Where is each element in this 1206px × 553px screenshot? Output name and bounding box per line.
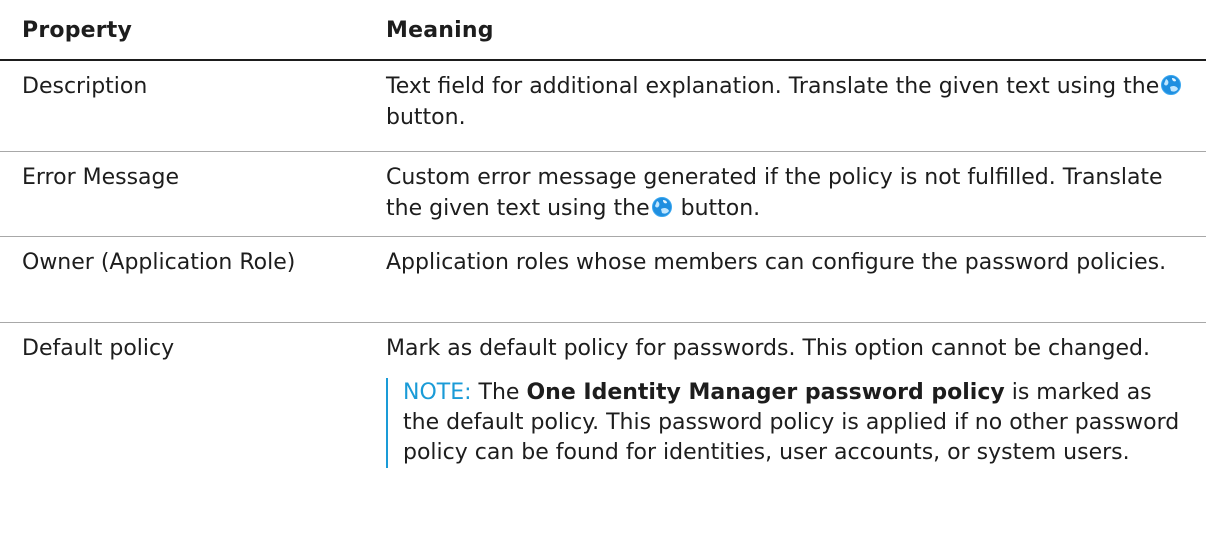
header-meaning: Meaning xyxy=(386,18,494,43)
table-row: Error Message Custom error message gener… xyxy=(0,152,1206,237)
table-header: Property Meaning xyxy=(0,0,1206,61)
table-row: Description Text field for additional ex… xyxy=(0,61,1206,152)
row-property: Description xyxy=(22,74,148,99)
note-label: NOTE: xyxy=(403,380,472,405)
row-meaning-cell: Mark as default policy for passwords. Th… xyxy=(386,323,1206,553)
row-meaning-line1: Custom error message generated if the po… xyxy=(386,165,1056,190)
property-table: Property Meaning Description Text field … xyxy=(0,0,1206,553)
row-property: Owner (Application Role) xyxy=(22,250,296,275)
row-meaning-post-icon: button. xyxy=(386,105,466,130)
row-meaning-line1: Text field for additional explanation. T… xyxy=(386,74,1050,99)
note-text-before: The xyxy=(478,380,520,405)
table-row: Default policy Mark as default policy fo… xyxy=(0,323,1206,553)
globe-translate-icon xyxy=(1161,75,1182,95)
row-meaning: Text field for additional explanation. T… xyxy=(386,61,1206,151)
row-meaning: Mark as default policy for passwords. Th… xyxy=(386,336,1150,361)
row-meaning: Custom error message generated if the po… xyxy=(386,152,1206,236)
row-meaning-post-icon: button. xyxy=(680,196,761,221)
table-row: Owner (Application Role) Application rol… xyxy=(0,237,1206,323)
globe-translate-icon xyxy=(651,197,672,217)
header-property: Property xyxy=(22,18,133,43)
row-property: Error Message xyxy=(22,165,180,190)
row-meaning: Application roles whose members can conf… xyxy=(386,250,1167,275)
row-property: Default policy xyxy=(22,336,175,361)
row-meaning-pre-icon: using the xyxy=(1056,74,1160,99)
note-strong-text: One Identity Manager password policy xyxy=(526,380,1005,405)
note-callout: NOTE: The One Identity Manager password … xyxy=(386,378,1192,468)
